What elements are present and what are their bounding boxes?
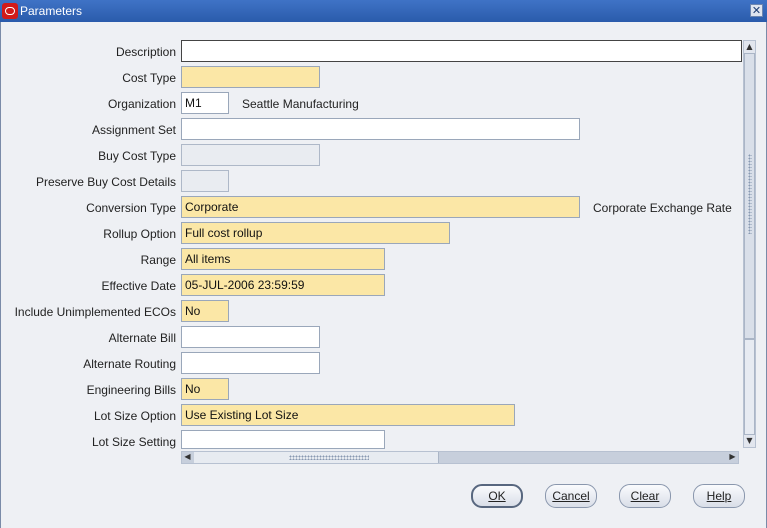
- organization-description: Seattle Manufacturing: [242, 97, 359, 111]
- horizontal-scroll-thumb[interactable]: [194, 452, 439, 463]
- scroll-right-icon[interactable]: ▶: [727, 452, 738, 462]
- assignment-set-field[interactable]: [181, 118, 580, 140]
- help-button[interactable]: Help: [693, 484, 745, 508]
- scroll-down-icon[interactable]: ▼: [744, 436, 755, 446]
- scroll-up-icon[interactable]: ▲: [744, 42, 755, 52]
- preserve-buy-cost-details-field: [181, 170, 229, 192]
- vertical-scrollbar[interactable]: ▲ ▼: [743, 40, 756, 448]
- conversion-type-field[interactable]: Corporate: [181, 196, 580, 218]
- oracle-logo-icon: [2, 3, 18, 19]
- include-unimplemented-ecos-field[interactable]: No: [181, 300, 229, 322]
- cancel-button[interactable]: Cancel: [545, 484, 597, 508]
- lot-size-option-label: Lot Size Option: [93, 409, 176, 423]
- engineering-bills-label: Engineering Bills: [86, 383, 176, 397]
- ok-button[interactable]: OK: [471, 484, 523, 508]
- alternate-routing-label: Alternate Routing: [83, 357, 176, 371]
- clear-button[interactable]: Clear: [619, 484, 671, 508]
- cost-type-field[interactable]: [181, 66, 320, 88]
- rollup-option-label: Rollup Option: [103, 227, 176, 241]
- scroll-grip-icon: [748, 154, 752, 234]
- effective-date-field[interactable]: 05-JUL-2006 23:59:59: [181, 274, 385, 296]
- include-unimplemented-ecos-label: Include Unimplemented ECOs: [14, 305, 176, 319]
- rollup-option-field[interactable]: Full cost rollup: [181, 222, 450, 244]
- conversion-type-description: Corporate Exchange Rate: [593, 201, 732, 215]
- vertical-scroll-track-upper[interactable]: [744, 53, 755, 339]
- engineering-bills-field[interactable]: No: [181, 378, 229, 400]
- preserve-buy-cost-details-label: Preserve Buy Cost Details: [35, 175, 176, 189]
- lot-size-option-field[interactable]: Use Existing Lot Size: [181, 404, 515, 426]
- vertical-scroll-thumb[interactable]: [744, 339, 755, 435]
- cost-type-label: Cost Type: [122, 71, 176, 85]
- lot-size-setting-field[interactable]: [181, 430, 385, 449]
- organization-label: Organization: [107, 97, 176, 111]
- buy-cost-type-field: [181, 144, 320, 166]
- organization-field[interactable]: M1: [181, 92, 229, 114]
- horizontal-scrollbar[interactable]: ◀ ▶: [181, 451, 739, 464]
- conversion-type-label: Conversion Type: [86, 201, 176, 215]
- alternate-routing-field[interactable]: [181, 352, 320, 374]
- description-label: Description: [115, 45, 176, 59]
- scroll-grip-icon: [289, 455, 369, 460]
- buy-cost-type-label: Buy Cost Type: [98, 149, 176, 163]
- lot-size-setting-label: Lot Size Setting: [91, 435, 176, 449]
- assignment-set-label: Assignment Set: [91, 123, 176, 137]
- effective-date-label: Effective Date: [101, 279, 176, 293]
- description-field[interactable]: [181, 40, 742, 62]
- range-field[interactable]: All items: [181, 248, 385, 270]
- range-label: Range: [140, 253, 176, 267]
- alternate-bill-field[interactable]: [181, 326, 320, 348]
- scroll-left-icon[interactable]: ◀: [182, 452, 193, 462]
- alternate-bill-label: Alternate Bill: [108, 331, 176, 345]
- window-title: Parameters: [20, 4, 83, 18]
- close-icon[interactable]: ✕: [750, 4, 763, 17]
- title-bar: Parameters ✕: [0, 0, 767, 22]
